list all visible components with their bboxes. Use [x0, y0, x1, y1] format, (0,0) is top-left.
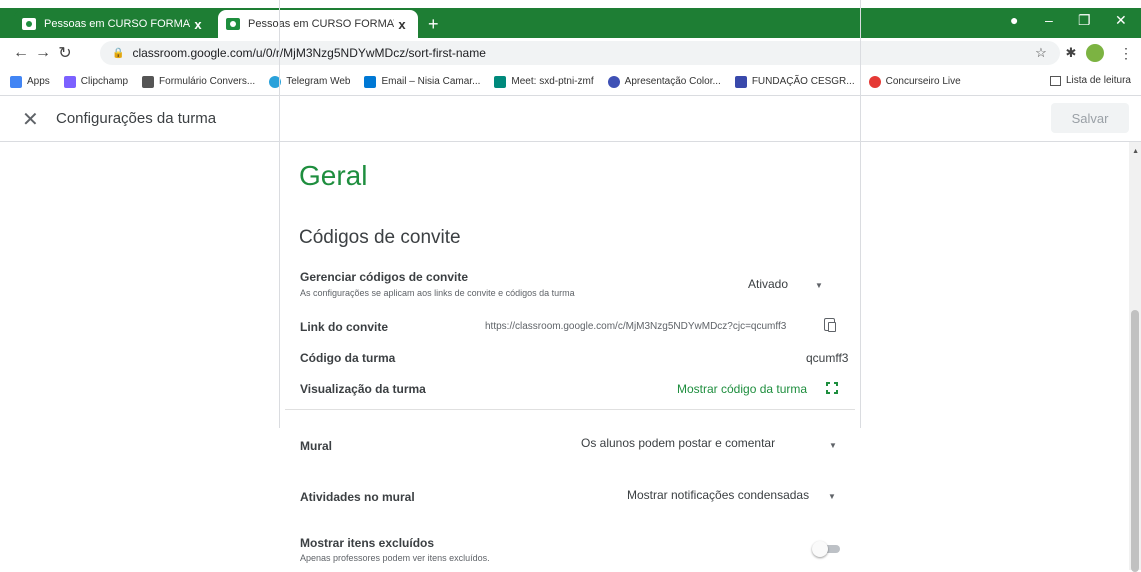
invite-link-label: Link do convite [300, 320, 389, 334]
chevron-down-icon[interactable]: ▼ [815, 281, 823, 290]
copy-icon[interactable] [824, 318, 836, 332]
bookmark-concurseiro[interactable]: Concurseiro Live [868, 75, 961, 88]
deleted-items-description: Apenas professores podem ver itens exclu… [300, 553, 490, 563]
profile-dot-icon[interactable]: ● [1010, 12, 1018, 28]
tab-title: Pessoas em CURSO FORMATIVO [44, 18, 190, 30]
reload-icon[interactable]: ↻ [54, 43, 76, 63]
bookmark-clipchamp[interactable]: Clipchamp [63, 75, 128, 88]
minimize-icon[interactable]: – [1045, 12, 1053, 28]
chevron-down-icon[interactable]: ▼ [829, 441, 837, 450]
scrollbar-thumb[interactable] [1131, 310, 1139, 572]
class-code-value: qcumff3 [806, 351, 849, 365]
bookmark-form[interactable]: Formulário Convers... [142, 75, 255, 88]
classroom-icon [22, 18, 36, 30]
manage-codes-description: As configurações se aplicam aos links de… [300, 288, 575, 298]
avatar[interactable] [1086, 44, 1104, 62]
manage-codes-dropdown[interactable]: Ativado [748, 277, 788, 291]
stream-label: Mural [300, 439, 333, 453]
reading-list-icon [1049, 75, 1061, 86]
show-class-code-link[interactable]: Mostrar código da turma [677, 382, 807, 396]
bookmark-apps[interactable]: Apps [10, 75, 50, 88]
tab-close-icon[interactable]: x [190, 17, 206, 32]
star-icon[interactable]: ☆ [1030, 45, 1052, 61]
subsection-title: Códigos de convite [299, 227, 461, 248]
menu-dots-icon[interactable]: ⋮ [1115, 45, 1137, 62]
stream-activities-dropdown[interactable]: Mostrar notificações condensadas [627, 488, 809, 502]
back-arrow-icon[interactable]: ← [10, 44, 32, 62]
form-icon [142, 75, 155, 88]
extensions-icon[interactable]: ✱ [1060, 45, 1082, 61]
classroom-icon [226, 18, 240, 30]
divider [285, 409, 855, 410]
concurseiro-icon [868, 75, 881, 88]
page-title: Configurações da turma [56, 110, 217, 127]
lock-icon: 🔒 [112, 47, 125, 59]
deleted-items-toggle[interactable] [812, 541, 840, 557]
apps-grid-icon [10, 75, 22, 88]
class-view-label: Visualização da turma [300, 382, 426, 396]
fullscreen-icon[interactable] [826, 382, 838, 394]
chevron-down-icon[interactable]: ▼ [828, 492, 836, 501]
stream-dropdown[interactable]: Os alunos podem postar e comentar [581, 436, 775, 450]
reading-list[interactable]: Lista de leitura [1049, 75, 1131, 86]
tab-people-1[interactable]: Pessoas em CURSO FORMATIVO x [14, 10, 214, 38]
forward-arrow-icon[interactable]: → [32, 44, 54, 62]
window-close-icon[interactable]: ✕ [1115, 12, 1127, 29]
invite-link-value: https://classroom.google.com/c/MjM3Nzg5N… [485, 321, 787, 332]
restore-icon[interactable]: ❐ [1078, 12, 1091, 29]
section-title: Geral [299, 160, 368, 191]
deleted-items-label: Mostrar itens excluídos [300, 536, 435, 550]
save-button[interactable]: Salvar [1051, 103, 1129, 133]
stream-activities-label: Atividades no mural [300, 490, 415, 504]
toggle-knob [812, 541, 828, 557]
scroll-up-icon[interactable]: ▲ [1132, 148, 1139, 155]
manage-codes-label: Gerenciar códigos de convite [300, 270, 469, 284]
close-icon[interactable]: ✕ [22, 107, 39, 132]
class-code-label: Código da turma [300, 351, 396, 365]
clipchamp-icon [63, 75, 76, 88]
